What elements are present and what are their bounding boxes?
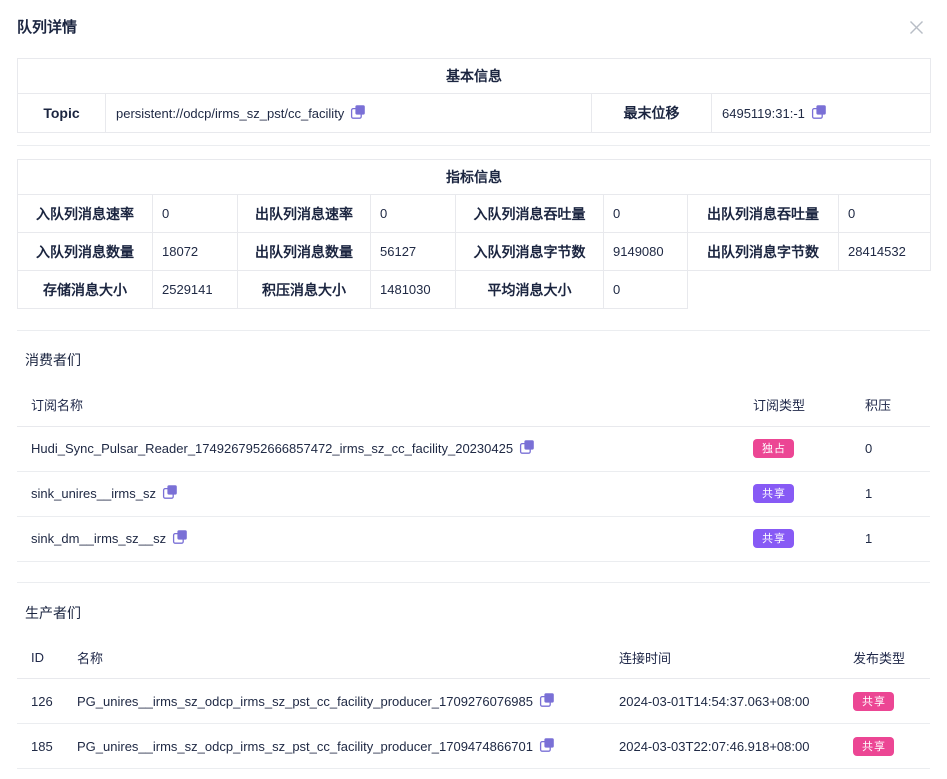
status-badge: 独占 (753, 439, 794, 458)
basic-info-header: 基本信息 (18, 59, 931, 94)
last-offset-label: 最末位移 (592, 94, 712, 133)
divider (17, 330, 930, 331)
column-header-backlog: 积压 (857, 384, 930, 426)
backlog-value: 1 (857, 471, 930, 516)
column-header-id: ID (17, 637, 65, 679)
metric-label: 存储消息大小 (18, 271, 153, 309)
producer-id: 126 (17, 679, 65, 724)
consumers-section-title: 消费者们 (17, 351, 930, 369)
status-badge: 共享 (753, 529, 794, 548)
copy-icon[interactable] (539, 692, 555, 711)
metric-label: 入队列消息字节数 (456, 233, 604, 271)
column-header-connect-time: 连接时间 (610, 637, 845, 679)
metric-label: 出队列消息字节数 (688, 233, 839, 271)
connect-time: 2024-03-01T14:54:37.063+08:00 (610, 679, 845, 724)
consumers-table: 订阅名称 订阅类型 积压 Hudi_Sync_Pulsar_Reader_174… (17, 384, 930, 562)
metric-label: 入队列消息数量 (18, 233, 153, 271)
connect-time: 2024-03-03T22:07:46.918+08:00 (610, 724, 845, 769)
column-header-name: 名称 (65, 637, 610, 679)
metric-value: 28414532 (839, 233, 931, 271)
metric-value: 9149080 (604, 233, 688, 271)
metric-label: 积压消息大小 (238, 271, 371, 309)
empty-cell (688, 271, 931, 309)
copy-icon[interactable] (539, 737, 555, 756)
metric-value: 0 (604, 195, 688, 233)
last-offset-value: 6495119:31:-1 (722, 106, 805, 121)
metric-value: 56127 (371, 233, 456, 271)
producer-id: 185 (17, 724, 65, 769)
metric-value: 1481030 (371, 271, 456, 309)
copy-icon[interactable] (811, 104, 827, 123)
table-row: 入队列消息速率 0 出队列消息速率 0 入队列消息吞吐量 0 出队列消息吞吐量 … (18, 195, 931, 233)
copy-icon[interactable] (519, 439, 535, 458)
table-row: 存储消息大小 2529141 积压消息大小 1481030 平均消息大小 0 (18, 271, 931, 309)
column-header-subscription-type: 订阅类型 (745, 384, 857, 426)
table-row: 入队列消息数量 18072 出队列消息数量 56127 入队列消息字节数 914… (18, 233, 931, 271)
producer-name: PG_unires__irms_sz_odcp_irms_sz_pst_cc_f… (77, 694, 533, 709)
metric-label: 入队列消息速率 (18, 195, 153, 233)
queue-detail-modal: 队列详情 基本信息 Topic persistent://odcp/irms_s… (0, 0, 947, 769)
metrics-table: 指标信息 入队列消息速率 0 出队列消息速率 0 入队列消息吞吐量 0 出队列消… (17, 159, 931, 309)
producers-table: ID 名称 连接时间 发布类型 126 PG_unires__irms_sz_o… (17, 637, 930, 770)
basic-info-table: 基本信息 Topic persistent://odcp/irms_sz_pst… (17, 58, 931, 133)
backlog-value: 0 (857, 426, 930, 471)
metric-label: 出队列消息速率 (238, 195, 371, 233)
copy-icon[interactable] (172, 529, 188, 548)
table-row: Topic persistent://odcp/irms_sz_pst/cc_f… (18, 94, 931, 133)
copy-icon[interactable] (350, 104, 366, 123)
metric-label: 入队列消息吞吐量 (456, 195, 604, 233)
subscription-name: Hudi_Sync_Pulsar_Reader_1749267952666857… (31, 441, 513, 456)
producers-section-title: 生产者们 (17, 604, 930, 622)
metric-value: 0 (604, 271, 688, 309)
metric-label: 平均消息大小 (456, 271, 604, 309)
metric-value: 18072 (153, 233, 238, 271)
table-row: sink_dm__irms_sz__sz 共享 1 (17, 516, 930, 561)
page-title: 队列详情 (17, 20, 930, 36)
divider (17, 145, 930, 146)
backlog-value: 1 (857, 516, 930, 561)
metric-value: 0 (153, 195, 238, 233)
producer-name: PG_unires__irms_sz_odcp_irms_sz_pst_cc_f… (77, 739, 533, 754)
status-badge: 共享 (753, 484, 794, 503)
metric-value: 2529141 (153, 271, 238, 309)
metrics-header: 指标信息 (18, 160, 931, 195)
metric-label: 出队列消息数量 (238, 233, 371, 271)
table-row: Hudi_Sync_Pulsar_Reader_1749267952666857… (17, 426, 930, 471)
metric-label: 出队列消息吞吐量 (688, 195, 839, 233)
status-badge: 共享 (853, 737, 894, 756)
table-row: 185 PG_unires__irms_sz_odcp_irms_sz_pst_… (17, 724, 930, 769)
status-badge: 共享 (853, 692, 894, 711)
subscription-name: sink_dm__irms_sz__sz (31, 531, 166, 546)
copy-icon[interactable] (162, 484, 178, 503)
table-row: 126 PG_unires__irms_sz_odcp_irms_sz_pst_… (17, 679, 930, 724)
table-row: sink_unires__irms_sz 共享 1 (17, 471, 930, 516)
subscription-name: sink_unires__irms_sz (31, 486, 156, 501)
topic-value: persistent://odcp/irms_sz_pst/cc_facilit… (116, 106, 344, 121)
column-header-publish-type: 发布类型 (845, 637, 930, 679)
column-header-subscription-name: 订阅名称 (17, 384, 745, 426)
metric-value: 0 (371, 195, 456, 233)
divider (17, 582, 930, 583)
topic-label: Topic (18, 94, 106, 133)
close-icon[interactable] (906, 17, 926, 37)
metric-value: 0 (839, 195, 931, 233)
